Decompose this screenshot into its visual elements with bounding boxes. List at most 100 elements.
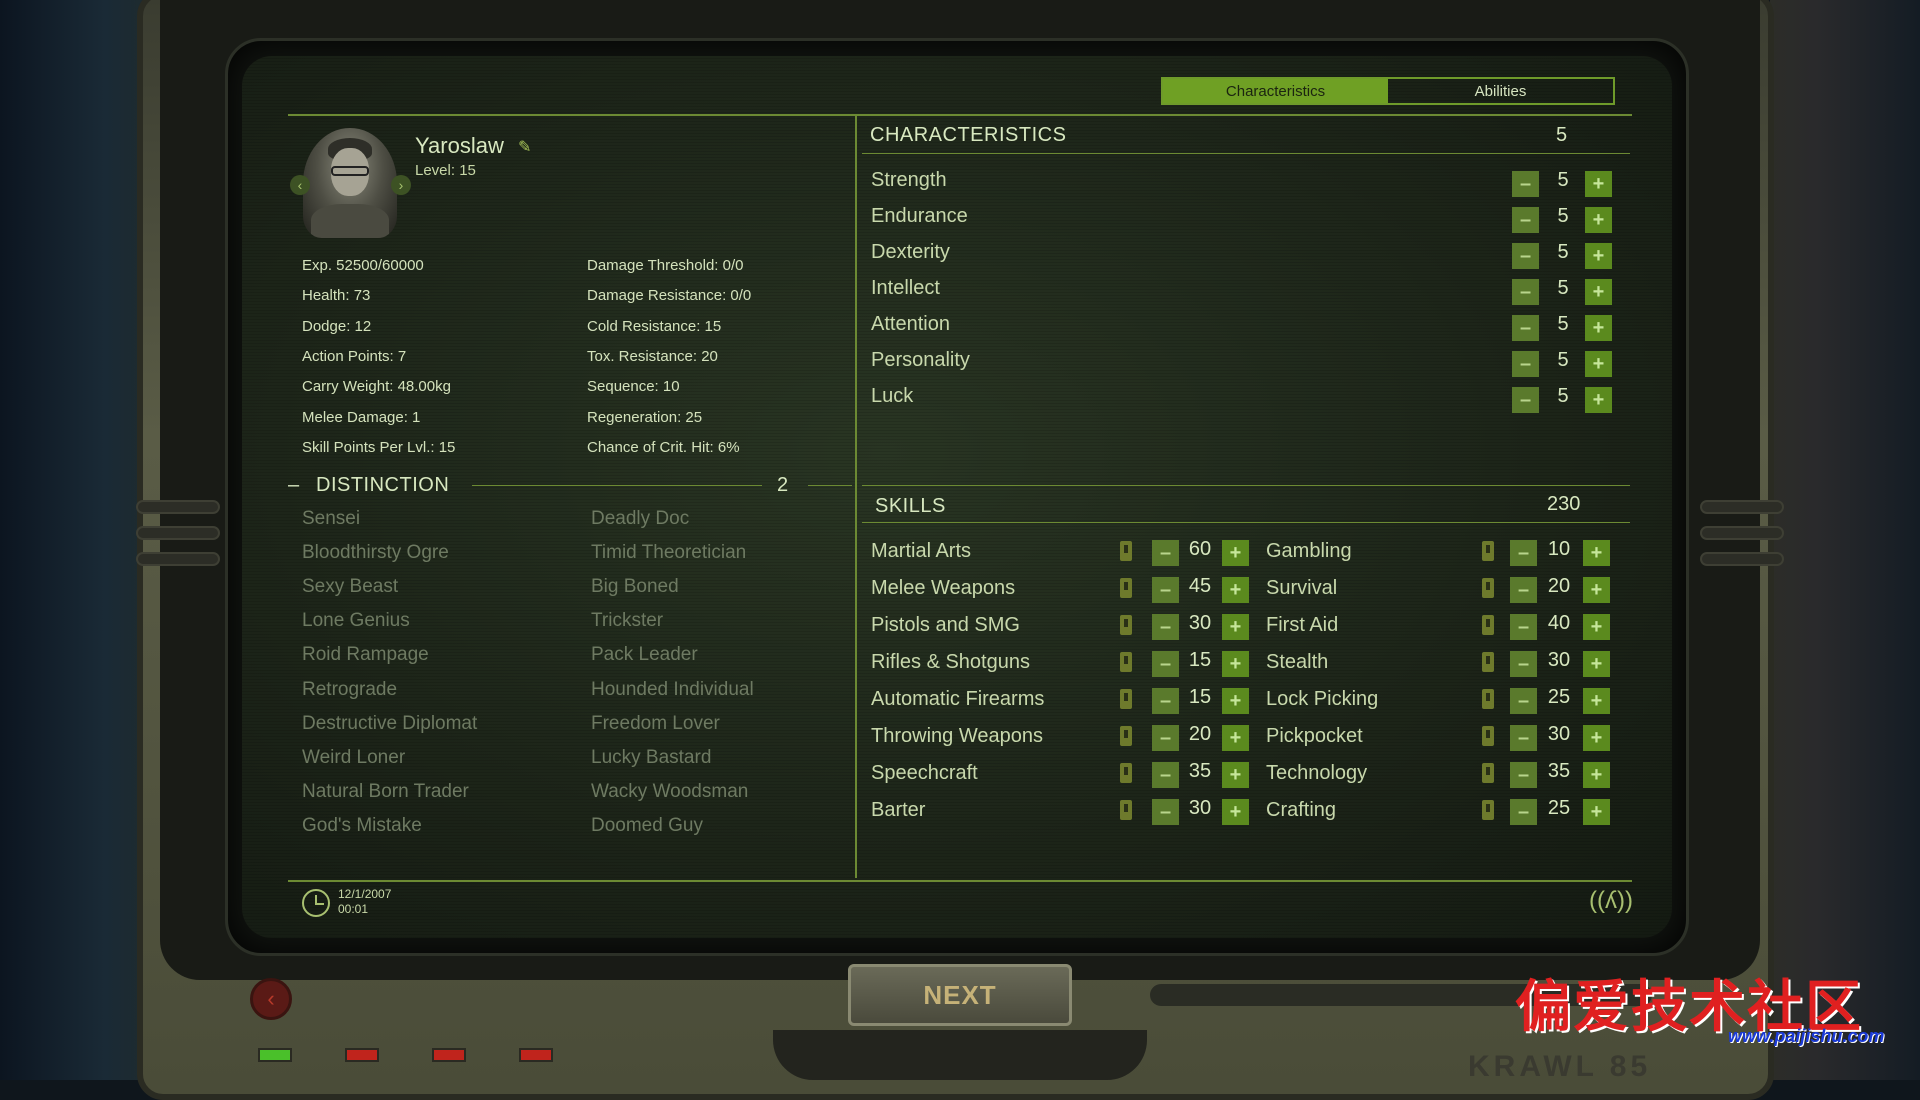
increase-button[interactable]: + [1583,799,1610,825]
distinction-item[interactable]: Hounded Individual [591,679,754,701]
increase-button[interactable]: + [1585,171,1612,197]
back-button[interactable]: ‹ [250,978,292,1020]
decrease-button[interactable]: – [1510,725,1537,751]
decrease-button[interactable]: – [1512,351,1539,377]
increase-button[interactable]: + [1222,725,1249,751]
distinction-item[interactable]: Roid Rampage [302,644,429,666]
increase-button[interactable]: + [1222,540,1249,566]
increase-button[interactable]: + [1583,725,1610,751]
increase-button[interactable]: + [1222,577,1249,603]
distinction-item[interactable]: Freedom Lover [591,713,720,735]
increase-button[interactable]: + [1583,540,1610,566]
decrease-button[interactable]: – [1512,315,1539,341]
lock-icon[interactable] [1482,726,1494,746]
lock-icon[interactable] [1120,541,1132,561]
decrease-button[interactable]: – [1510,577,1537,603]
lock-icon[interactable] [1120,800,1132,820]
distinction-item[interactable]: Sensei [302,508,360,530]
lock-icon[interactable] [1482,541,1494,561]
skill-value: 20 [1547,575,1571,597]
decrease-button[interactable]: – [1152,651,1179,677]
decrease-button[interactable]: – [1152,762,1179,788]
lock-icon[interactable] [1120,578,1132,598]
lock-icon[interactable] [1120,615,1132,635]
decrease-button[interactable]: – [1512,243,1539,269]
distinction-item[interactable]: Pack Leader [591,644,698,666]
lock-icon[interactable] [1120,726,1132,746]
decrease-button[interactable]: – [1510,614,1537,640]
increase-button[interactable]: + [1585,207,1612,233]
distinction-item[interactable]: Lucky Bastard [591,747,711,769]
distinction-item[interactable]: Destructive Diplomat [302,713,477,735]
increase-button[interactable]: + [1585,351,1612,377]
decrease-button[interactable]: – [1152,614,1179,640]
distinction-item[interactable]: God's Mistake [302,815,422,837]
distinction-item[interactable]: Natural Born Trader [302,781,469,803]
decrease-button[interactable]: – [1512,207,1539,233]
portrait-prev-button[interactable]: ‹ [290,175,310,195]
character-portrait [303,128,397,238]
distinction-item[interactable]: Sexy Beast [302,576,398,598]
decrease-button[interactable]: – [1152,540,1179,566]
stat-label: Exp. 52500/60000 [302,257,424,274]
skill-value: 15 [1188,686,1212,708]
decrease-button[interactable]: – [1152,799,1179,825]
increase-button[interactable]: + [1585,315,1612,341]
skills-rule [862,522,1630,523]
distinction-item[interactable]: Deadly Doc [591,508,689,530]
tab-abilities[interactable]: Abilities [1388,79,1613,103]
stat-label: Tox. Resistance: 20 [587,347,718,365]
distinction-item[interactable]: Weird Loner [302,747,405,769]
lock-icon[interactable] [1120,763,1132,783]
increase-button[interactable]: + [1585,387,1612,413]
portrait-next-button[interactable]: › [391,175,411,195]
increase-button[interactable]: + [1222,688,1249,714]
lock-icon[interactable] [1482,800,1494,820]
distinction-item[interactable]: Wacky Woodsman [591,781,748,803]
increase-button[interactable]: + [1583,762,1610,788]
characteristic-value: 5 [1557,385,1569,407]
increase-button[interactable]: + [1585,243,1612,269]
pencil-icon[interactable]: ✎ [518,137,531,157]
decrease-button[interactable]: – [1512,171,1539,197]
increase-button[interactable]: + [1222,651,1249,677]
decrease-button[interactable]: – [1512,387,1539,413]
distinction-item[interactable]: Lone Genius [302,610,410,632]
distinction-item[interactable]: Timid Theoretician [591,542,746,564]
increase-button[interactable]: + [1583,651,1610,677]
increase-button[interactable]: + [1583,577,1610,603]
decrease-button[interactable]: – [1510,688,1537,714]
increase-button[interactable]: + [1222,614,1249,640]
distinction-item[interactable]: Bloodthirsty Ogre [302,542,449,564]
increase-button[interactable]: + [1583,614,1610,640]
lock-icon[interactable] [1482,615,1494,635]
distinction-item[interactable]: Doomed Guy [591,815,703,837]
lock-icon[interactable] [1120,652,1132,672]
increase-button[interactable]: + [1222,799,1249,825]
distinction-item[interactable]: Big Boned [591,576,679,598]
skill-value: 30 [1188,797,1212,819]
increase-button[interactable]: + [1585,279,1612,305]
distinction-collapse[interactable]: – [288,474,300,497]
decrease-button[interactable]: – [1152,577,1179,603]
increase-button[interactable]: + [1583,688,1610,714]
next-button[interactable]: NEXT [848,964,1072,1026]
characteristics-rule [862,153,1630,154]
decrease-button[interactable]: – [1152,725,1179,751]
decrease-button[interactable]: – [1512,279,1539,305]
decrease-button[interactable]: – [1510,762,1537,788]
decrease-button[interactable]: – [1510,540,1537,566]
tab-characteristics[interactable]: Characteristics [1163,79,1388,103]
lock-icon[interactable] [1482,763,1494,783]
lock-icon[interactable] [1482,689,1494,709]
characteristic-name: Luck [871,385,914,407]
decrease-button[interactable]: – [1510,799,1537,825]
lock-icon[interactable] [1482,578,1494,598]
lock-icon[interactable] [1120,689,1132,709]
decrease-button[interactable]: – [1152,688,1179,714]
lock-icon[interactable] [1482,652,1494,672]
distinction-item[interactable]: Trickster [591,610,663,632]
decrease-button[interactable]: – [1510,651,1537,677]
increase-button[interactable]: + [1222,762,1249,788]
distinction-item[interactable]: Retrograde [302,679,397,701]
